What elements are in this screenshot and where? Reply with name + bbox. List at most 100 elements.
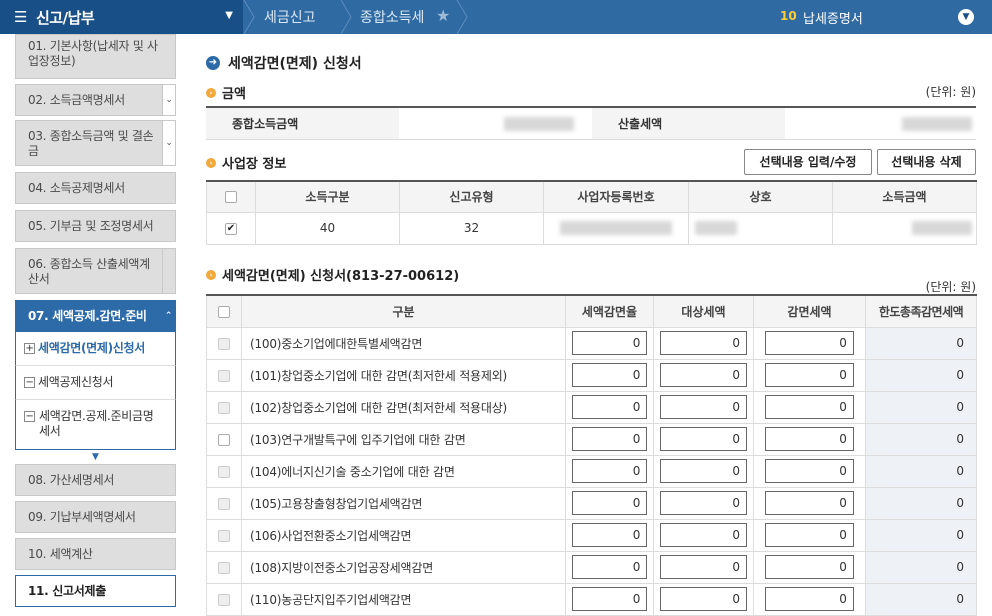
unit-label: (단위: 원) <box>925 280 976 294</box>
row-checkbox[interactable] <box>218 433 230 446</box>
sidebar-item-income-statement[interactable]: 02. 소득금액명세서 ⌄ <box>15 84 176 116</box>
column-header: 대상세액 <box>653 294 754 328</box>
reduction-item-name: (110)농공단지입주기업세액감면 <box>241 582 566 616</box>
sidebar-item-tax-calc-sheet[interactable]: 06. 종합소득 산출세액계산서 <box>15 248 176 294</box>
sidebar-item-prepaid-tax[interactable]: 09. 기납부세액명세서 <box>15 501 176 533</box>
reduction-rate-input[interactable] <box>571 555 648 579</box>
reduced-tax-input[interactable] <box>765 427 854 451</box>
row-checkbox[interactable] <box>218 593 230 606</box>
reduction-item-name: (103)연구개발특구에 입주기업에 대한 감면 <box>241 422 566 456</box>
target-tax-input[interactable] <box>659 363 748 387</box>
section-heading-text: 금액 <box>222 87 246 102</box>
reduction-rate-input[interactable] <box>571 587 648 611</box>
row-checkbox[interactable] <box>218 465 230 478</box>
reduced-tax-input[interactable] <box>765 363 854 387</box>
chevron-down-icon[interactable]: ⌄ <box>162 85 175 115</box>
reduction-table: 구분 세액감면율 대상세액 감면세액 한도총족감면세액 (100)중소기업에대한… <box>206 294 977 616</box>
amount-table: 종합소득금액 산출세액 <box>206 106 976 140</box>
sidebar-item-tax-credit[interactable]: 07. 세액공제.감면.준비 ⌃ <box>15 300 176 332</box>
limit-reduced-tax-cell: 0 <box>865 550 977 584</box>
sidebar-item-total-income[interactable]: 03. 종합소득금액 및 결손금 ⌄ <box>15 120 176 166</box>
table-row[interactable]: (103)연구개발특구에 입주기업에 대한 감면 0 <box>206 422 977 456</box>
sidebar-item-basic-info[interactable]: 01. 기본사항(납세자 및 사업장정보) <box>15 34 176 79</box>
target-tax-input[interactable] <box>659 331 748 355</box>
table-row[interactable]: (102)창업중소기업에 대한 감면(최저한세 적용대상) 0 <box>206 390 977 424</box>
table-row[interactable]: ✔ 40 32 <box>206 211 977 245</box>
row-checkbox[interactable] <box>218 529 230 542</box>
target-tax-input[interactable] <box>659 523 748 547</box>
target-tax-cell <box>653 390 754 424</box>
row-select-cell: ✔ <box>206 211 256 245</box>
limit-reduced-tax-cell: 0 <box>865 326 977 360</box>
chevron-up-icon[interactable]: ⌃ <box>162 301 175 331</box>
certificate-menu-label[interactable]: 납세증명서 <box>803 8 863 27</box>
favorite-star-icon[interactable]: ★ <box>436 6 450 25</box>
target-tax-input[interactable] <box>659 491 748 515</box>
chevron-down-icon[interactable]: ⌄ <box>162 121 175 165</box>
income-label: 종합소득금액 <box>206 107 399 140</box>
menu-toggle[interactable]: ☰ 신고/납부 ▼ <box>0 0 243 34</box>
row-checkbox[interactable] <box>218 497 230 510</box>
reduction-rate-input[interactable] <box>571 331 648 355</box>
breadcrumb-item-income-tax[interactable]: 종합소득세 <box>360 0 424 34</box>
row-checkbox[interactable] <box>218 337 230 350</box>
sidebar-item-donation[interactable]: 05. 기부금 및 조정명세서 <box>15 210 176 242</box>
edit-selection-button[interactable]: 선택내용 입력/수정 <box>744 149 872 175</box>
sidebar-item-income-deduction[interactable]: 04. 소득공제명세서 <box>15 172 176 204</box>
reduction-rate-input[interactable] <box>571 427 648 451</box>
limit-reduced-tax-cell: 0 <box>865 358 977 392</box>
reduction-rate-input[interactable] <box>571 459 648 483</box>
table-row[interactable]: (100)중소기업에대한특별세액감면 0 <box>206 326 977 360</box>
sidebar-subitem-tax-credit-application[interactable]: − 세액공제신청서 <box>15 366 176 400</box>
table-row[interactable]: (108)지방이전중소기업공장세액감면 0 <box>206 550 977 584</box>
sidebar-item-tax-calculation[interactable]: 10. 세액계산 <box>15 538 176 570</box>
limit-reduced-tax-cell: 0 <box>865 422 977 456</box>
rate-cell <box>565 326 654 360</box>
sidebar-item-penalty[interactable]: 08. 가산세명세서 <box>15 464 176 496</box>
reduced-tax-input[interactable] <box>765 555 854 579</box>
scrollbar[interactable] <box>162 249 175 293</box>
target-tax-input[interactable] <box>659 555 748 579</box>
target-tax-input[interactable] <box>659 427 748 451</box>
row-checkbox[interactable] <box>218 369 230 382</box>
reduction-rate-input[interactable] <box>571 523 648 547</box>
sidebar-subitem-label: 세액감면(면제)신청서 <box>38 341 146 355</box>
reduced-tax-input[interactable] <box>765 523 854 547</box>
row-checkbox-checked[interactable]: ✔ <box>225 222 237 235</box>
chevron-down-icon[interactable]: ▼ <box>958 9 974 25</box>
rate-cell <box>565 454 654 488</box>
target-tax-input[interactable] <box>659 459 748 483</box>
rate-cell <box>565 422 654 456</box>
row-checkbox[interactable] <box>218 401 230 414</box>
reduction-rate-input[interactable] <box>571 395 648 419</box>
reduction-rate-input[interactable] <box>571 363 648 387</box>
target-tax-input[interactable] <box>659 587 748 611</box>
select-all-checkbox[interactable] <box>218 305 230 318</box>
target-tax-input[interactable] <box>659 395 748 419</box>
expand-down-icon: ▼ <box>92 452 99 462</box>
reduced-tax-input[interactable] <box>765 395 854 419</box>
sidebar-subitem-reserve-statement[interactable]: − 세액감면.공제.준비금명세서 <box>15 400 176 450</box>
row-checkbox[interactable] <box>218 561 230 574</box>
section-heading-reduction: › 세액감면(면제) 신청서(813-27-00612) <box>206 265 459 284</box>
rate-cell <box>565 358 654 392</box>
table-row[interactable]: (106)사업전환중소기업세액감면 0 <box>206 518 977 552</box>
select-all-checkbox[interactable] <box>225 191 237 204</box>
reduced-tax-input[interactable] <box>765 331 854 355</box>
income-value <box>399 107 592 140</box>
reduction-rate-input[interactable] <box>571 491 648 515</box>
sidebar-subitem-tax-reduction[interactable]: + 세액감면(면제)신청서 <box>15 332 176 366</box>
sidebar-item-label: 03. 종합소득금액 및 결손금 <box>28 129 154 158</box>
sidebar-item-submit[interactable]: 11. 신고서제출 <box>15 575 176 607</box>
breadcrumb-item-tax-report[interactable]: 세금신고 <box>264 0 316 34</box>
reduced-tax-input[interactable] <box>765 491 854 515</box>
table-row[interactable]: (105)고용창출형창업기업세액감면 0 <box>206 486 977 520</box>
table-row[interactable]: (104)에너지신기술 중소기업에 대한 감면 0 <box>206 454 977 488</box>
reduced-tax-input[interactable] <box>765 459 854 483</box>
limit-reduced-tax-cell: 0 <box>865 582 977 616</box>
delete-selection-button[interactable]: 선택내용 삭제 <box>877 149 976 175</box>
table-row[interactable]: (101)창업중소기업에 대한 감면(최저한세 적용제외) 0 <box>206 358 977 392</box>
reduced-tax-input[interactable] <box>765 587 854 611</box>
table-row[interactable]: (110)농공단지입주기업세액감면 0 <box>206 582 977 616</box>
page-title: ➜ 세액감면(면제) 신청서 <box>206 53 362 73</box>
